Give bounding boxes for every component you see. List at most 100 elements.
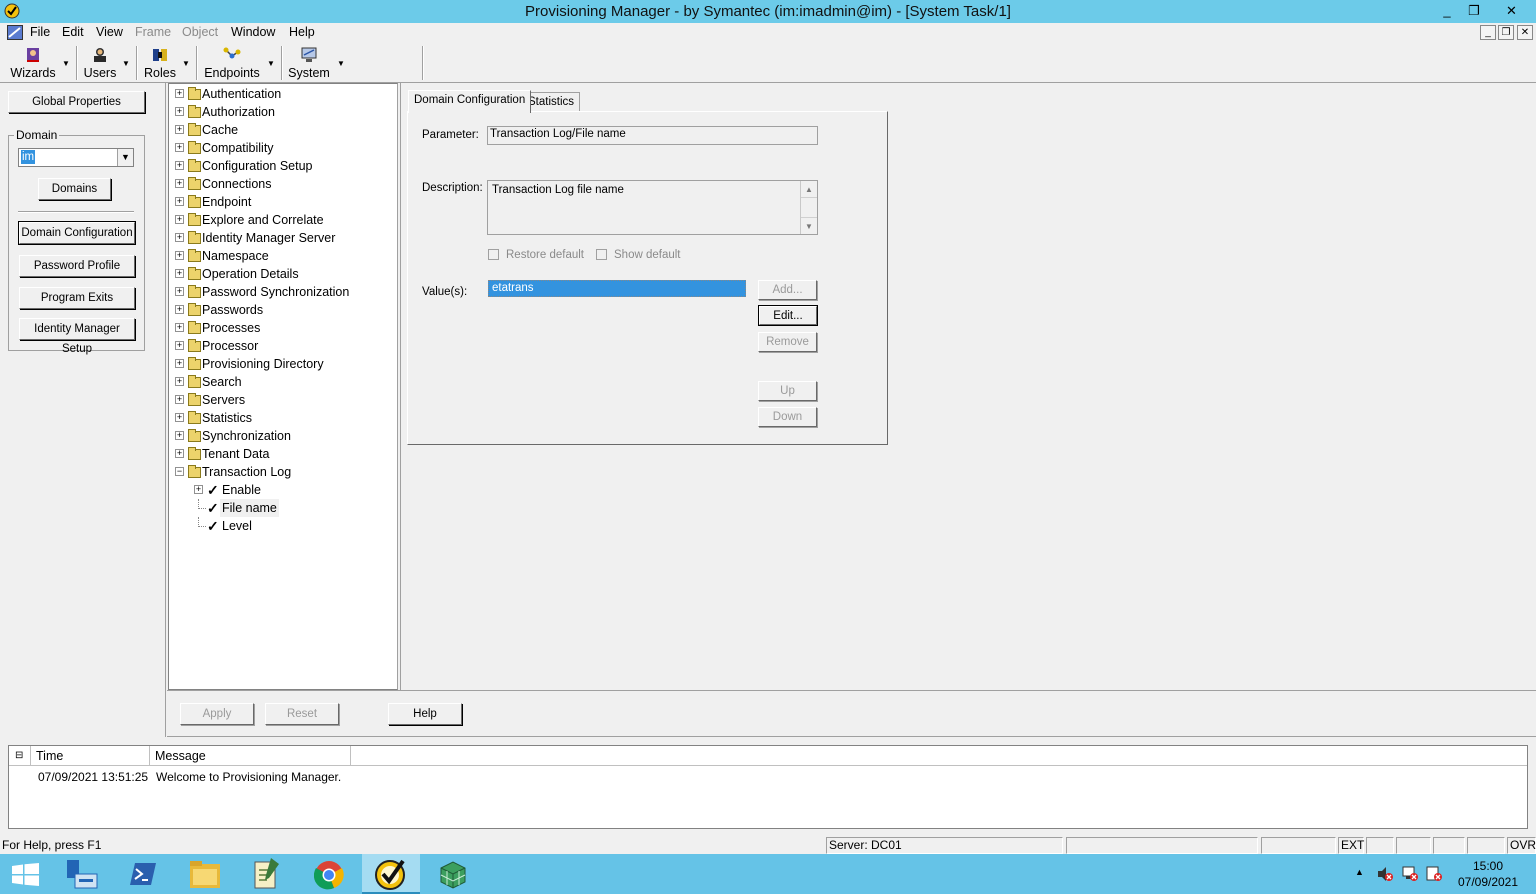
expand-icon[interactable]: +: [175, 377, 184, 386]
document-icon[interactable]: [7, 25, 23, 40]
tree-item[interactable]: + Cache: [169, 121, 397, 139]
expand-icon[interactable]: +: [175, 341, 184, 350]
menu-object[interactable]: Object: [182, 25, 218, 39]
tree-child-item[interactable]: ✓ Level: [169, 517, 397, 535]
program-exits-button[interactable]: Program Exits: [19, 287, 135, 309]
chrome-taskbar-button[interactable]: [300, 854, 358, 894]
expand-icon[interactable]: +: [175, 449, 184, 458]
down-button[interactable]: Down: [758, 407, 817, 427]
log-column-toggle-icon[interactable]: ⊟: [9, 746, 31, 766]
tree-child-item[interactable]: ✓ File name: [169, 499, 397, 517]
expand-icon[interactable]: +: [194, 485, 203, 494]
server-manager-taskbar-button[interactable]: [52, 854, 110, 894]
provisioning-manager-taskbar-button[interactable]: [362, 854, 420, 894]
tree-item[interactable]: + Provisioning Directory: [169, 355, 397, 373]
maximize-button[interactable]: ❐: [1461, 0, 1487, 21]
tree-item[interactable]: + Password Synchronization: [169, 283, 397, 301]
expand-icon[interactable]: +: [175, 269, 184, 278]
edit-button[interactable]: Edit...: [758, 305, 818, 326]
up-button[interactable]: Up: [758, 381, 817, 401]
expand-icon[interactable]: +: [175, 89, 184, 98]
add-button[interactable]: Add...: [758, 280, 817, 300]
tree-item[interactable]: + Search: [169, 373, 397, 391]
tree-item[interactable]: + Servers: [169, 391, 397, 409]
tree-item[interactable]: + Compatibility: [169, 139, 397, 157]
tree-item[interactable]: + Identity Manager Server: [169, 229, 397, 247]
system-button[interactable]: System: [287, 45, 331, 81]
expand-icon[interactable]: +: [175, 413, 184, 422]
file-explorer-taskbar-button[interactable]: [176, 854, 234, 894]
tree-item[interactable]: + Authentication: [169, 85, 397, 103]
expand-icon[interactable]: +: [175, 161, 184, 170]
tree-item[interactable]: + Passwords: [169, 301, 397, 319]
endpoints-dropdown-icon[interactable]: ▼: [267, 59, 275, 68]
mdi-restore-button[interactable]: ❐: [1498, 25, 1514, 40]
tree-item[interactable]: + Authorization: [169, 103, 397, 121]
global-properties-button[interactable]: Global Properties: [8, 91, 145, 113]
notepad-taskbar-button[interactable]: [238, 854, 296, 894]
menu-window[interactable]: Window: [231, 25, 275, 39]
collapse-icon[interactable]: −: [175, 467, 184, 476]
tree-child-item[interactable]: + ✓ Enable: [169, 481, 397, 499]
expand-icon[interactable]: +: [175, 359, 184, 368]
wizards-dropdown-icon[interactable]: ▼: [62, 59, 70, 68]
cube-app-taskbar-button[interactable]: [424, 854, 482, 894]
tree-item[interactable]: + Connections: [169, 175, 397, 193]
close-button[interactable]: ✕: [1488, 0, 1535, 21]
tray-overflow-icon[interactable]: ▲: [1355, 867, 1364, 877]
menu-help[interactable]: Help: [289, 25, 315, 39]
expand-icon[interactable]: +: [175, 197, 184, 206]
network-icon[interactable]: [1402, 866, 1418, 882]
tree-item[interactable]: + Configuration Setup: [169, 157, 397, 175]
identity-manager-setup-button[interactable]: Identity Manager Setup: [19, 318, 135, 355]
tree-item[interactable]: − Transaction Log: [169, 463, 397, 481]
menu-view[interactable]: View: [96, 25, 123, 39]
tree-item[interactable]: + Synchronization: [169, 427, 397, 445]
speaker-muted-icon[interactable]: [1377, 866, 1393, 882]
log-row[interactable]: 07/09/2021 13:51:25 Welcome to Provision…: [9, 767, 1527, 789]
action-center-icon[interactable]: [1426, 866, 1442, 882]
title-bar[interactable]: Provisioning Manager - by Symantec (im:i…: [0, 0, 1536, 23]
log-header-time[interactable]: Time: [31, 746, 150, 766]
expand-icon[interactable]: +: [175, 143, 184, 152]
tree-item[interactable]: + Operation Details: [169, 265, 397, 283]
system-dropdown-icon[interactable]: ▼: [337, 59, 345, 68]
start-button[interactable]: [0, 854, 58, 894]
password-profile-button[interactable]: Password Profile: [19, 255, 135, 277]
description-scrollbar[interactable]: ▲ ▼: [800, 181, 817, 234]
users-button[interactable]: Users: [80, 45, 120, 81]
users-dropdown-icon[interactable]: ▼: [122, 59, 130, 68]
mdi-close-button[interactable]: ✕: [1517, 25, 1533, 40]
expand-icon[interactable]: +: [175, 215, 184, 224]
reset-button[interactable]: Reset: [265, 703, 339, 725]
roles-button[interactable]: Roles: [142, 45, 178, 81]
wizards-button[interactable]: Wizards: [8, 45, 58, 81]
chevron-down-icon[interactable]: ▼: [117, 149, 133, 166]
help-button[interactable]: Help: [388, 703, 462, 725]
config-tree[interactable]: + Authentication + Authorization + Cache + Comp…: [168, 83, 398, 690]
clock[interactable]: 15:00 07/09/2021: [1452, 859, 1524, 889]
powershell-taskbar-button[interactable]: [114, 854, 172, 894]
domain-configuration-button[interactable]: Domain Configuration: [18, 221, 136, 245]
tree-item[interactable]: + Tenant Data: [169, 445, 397, 463]
minimize-button[interactable]: _: [1434, 0, 1460, 21]
menu-file[interactable]: File: [30, 25, 50, 39]
roles-dropdown-icon[interactable]: ▼: [182, 59, 190, 68]
expand-icon[interactable]: +: [175, 251, 184, 260]
expand-icon[interactable]: +: [175, 287, 184, 296]
expand-icon[interactable]: +: [175, 323, 184, 332]
tree-item[interactable]: + Statistics: [169, 409, 397, 427]
endpoints-button[interactable]: Endpoints: [202, 45, 262, 81]
domains-button[interactable]: Domains: [38, 178, 111, 200]
tree-item[interactable]: + Namespace: [169, 247, 397, 265]
expand-icon[interactable]: +: [175, 179, 184, 188]
domain-combobox[interactable]: im ▼: [18, 148, 134, 167]
menu-frame[interactable]: Frame: [135, 25, 171, 39]
tree-item[interactable]: + Endpoint: [169, 193, 397, 211]
restore-default-checkbox[interactable]: [488, 249, 499, 260]
tab-domain-configuration[interactable]: Domain Configuration: [408, 90, 532, 113]
tree-item[interactable]: + Processes: [169, 319, 397, 337]
expand-icon[interactable]: +: [175, 305, 184, 314]
mdi-minimize-button[interactable]: _: [1480, 25, 1496, 40]
expand-icon[interactable]: +: [175, 233, 184, 242]
